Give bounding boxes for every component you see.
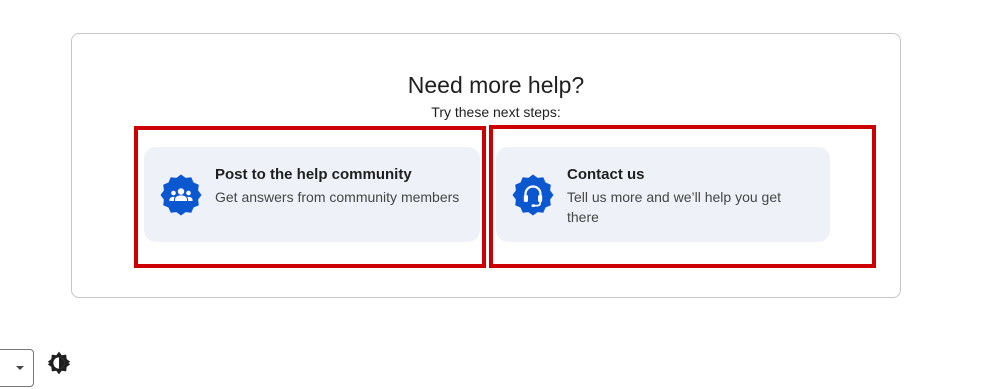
help-title: Need more help?: [407, 72, 585, 98]
contact-card-title: Contact us: [567, 166, 645, 183]
community-card-title: Post to the help community: [215, 166, 412, 183]
headset-icon: [512, 174, 554, 216]
help-subtitle: Try these next steps:: [431, 104, 561, 120]
community-card-description: Get answers from community members: [215, 189, 460, 205]
brightness-icon[interactable]: [46, 350, 72, 376]
language-select[interactable]: [0, 349, 34, 387]
contact-card[interactable]: Contact us Tell us more and we’ll help y…: [496, 147, 830, 242]
chevron-down-icon: [16, 366, 24, 370]
people-group-icon: [160, 174, 202, 216]
contact-card-description: Tell us more and we’ll help you get ther…: [567, 189, 782, 225]
community-card[interactable]: Post to the help community Get answers f…: [144, 147, 480, 242]
